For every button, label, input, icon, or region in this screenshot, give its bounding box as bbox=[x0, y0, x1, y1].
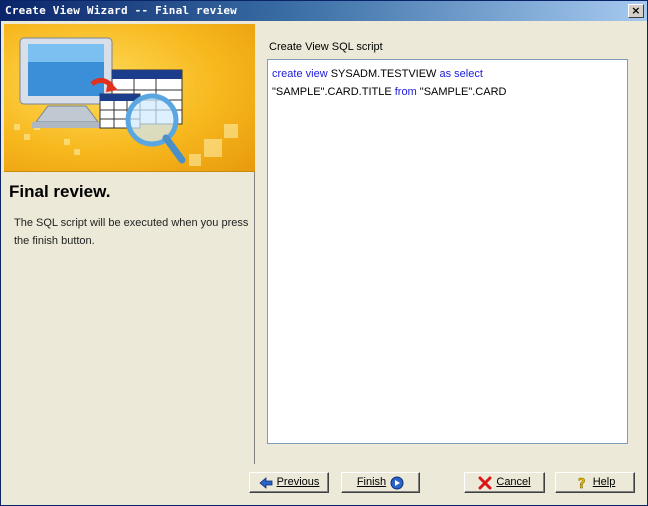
cancel-button[interactable]: Cancel bbox=[464, 472, 545, 493]
window-title: Create View Wizard -- Final review bbox=[5, 4, 237, 17]
wizard-banner-image bbox=[4, 24, 255, 172]
finish-button-label: Finish bbox=[356, 476, 387, 488]
cancel-button-label: Cancel bbox=[496, 476, 531, 488]
step-heading: Final review. bbox=[9, 182, 111, 201]
sql-script-textarea[interactable]: create view SYSADM.TESTVIEW as select "S… bbox=[267, 59, 628, 444]
previous-button[interactable]: Previous bbox=[249, 472, 329, 493]
sql-keyword: as select bbox=[439, 68, 483, 80]
svg-text:?: ? bbox=[578, 477, 586, 490]
close-icon: × bbox=[631, 4, 641, 17]
arrow-right-circle-icon bbox=[390, 476, 404, 490]
help-button[interactable]: ? Help bbox=[555, 472, 635, 493]
arrow-left-icon bbox=[258, 476, 273, 490]
left-panel: Final review. The SQL script will be exe… bbox=[4, 24, 255, 464]
help-button-label: Help bbox=[592, 476, 616, 488]
monitor-magnifier-illustration bbox=[14, 37, 238, 166]
sql-keyword: from bbox=[394, 86, 417, 98]
sql-identifier: SYSADM.TESTVIEW bbox=[327, 68, 440, 80]
step-description: The SQL script will be executed when you… bbox=[14, 217, 249, 247]
sql-line-1: create view SYSADM.TESTVIEW as select bbox=[272, 65, 623, 83]
title-bar[interactable]: Create View Wizard -- Final review × bbox=[1, 1, 647, 21]
sql-script-label: Create View SQL script bbox=[269, 41, 383, 53]
close-button[interactable]: × bbox=[628, 4, 644, 18]
question-mark-icon: ? bbox=[575, 476, 589, 492]
sql-keyword: create view bbox=[272, 68, 328, 80]
sql-identifier: "SAMPLE".CARD.TITLE bbox=[272, 86, 395, 98]
sql-identifier: "SAMPLE".CARD bbox=[416, 86, 507, 98]
red-x-icon bbox=[478, 476, 492, 490]
sql-line-2: "SAMPLE".CARD.TITLE from "SAMPLE".CARD bbox=[272, 83, 623, 101]
wizard-window: Create View Wizard -- Final review × Fin… bbox=[0, 0, 648, 506]
previous-button-label: Previous bbox=[276, 476, 320, 488]
finish-button[interactable]: Finish bbox=[341, 472, 420, 493]
